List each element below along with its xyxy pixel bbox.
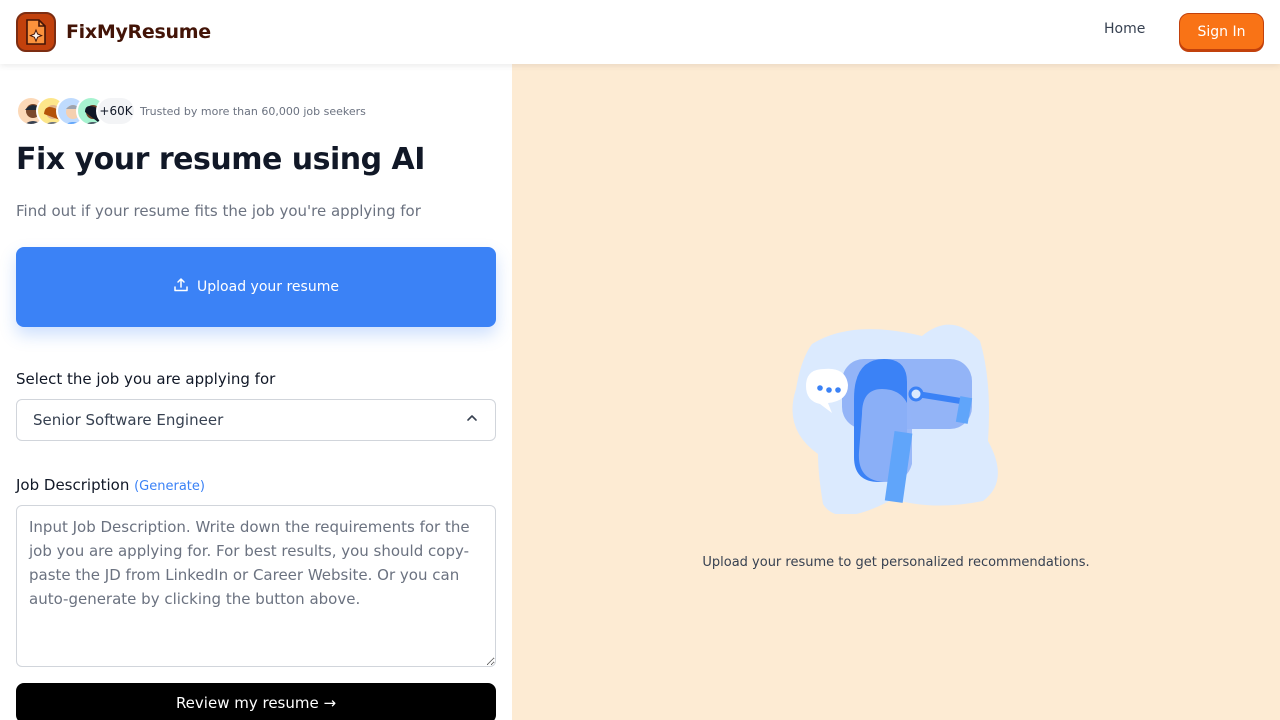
page-subtitle: Find out if your resume fits the job you…	[16, 202, 421, 220]
left-panel: +60K Trusted by more than 60,000 job see…	[0, 64, 512, 720]
sign-in-button[interactable]: Sign In	[1179, 13, 1264, 50]
job-description-input[interactable]	[16, 505, 496, 667]
job-description-label: Job Description (Generate)	[16, 476, 205, 494]
empty-state-message: Upload your resume to get personalized r…	[702, 555, 1090, 570]
review-resume-button[interactable]: Review my resume →	[16, 683, 496, 720]
mailbox-chat-illustration	[782, 314, 1012, 518]
upload-icon	[173, 277, 189, 297]
logo[interactable]: FixMyResume	[16, 12, 211, 52]
job-select-value: Senior Software Engineer	[33, 411, 224, 429]
avatar-count-badge: +60K	[96, 96, 136, 126]
top-header: FixMyResume Home Sign In	[0, 0, 1280, 64]
upload-resume-button[interactable]: Upload your resume	[16, 247, 496, 327]
job-select[interactable]: Senior Software Engineer	[16, 399, 496, 441]
job-select-label: Select the job you are applying for	[16, 370, 276, 388]
generate-link[interactable]: (Generate)	[134, 479, 205, 494]
trust-text: Trusted by more than 60,000 job seekers	[140, 104, 366, 118]
job-description-title: Job Description	[16, 476, 130, 494]
logo-icon	[16, 12, 56, 52]
page-title: Fix your resume using AI	[16, 142, 425, 177]
right-panel: Upload your resume to get personalized r…	[512, 64, 1280, 720]
trust-row: +60K Trusted by more than 60,000 job see…	[16, 96, 366, 126]
avatar-group: +60K	[16, 96, 136, 126]
nav-home-link[interactable]: Home	[1104, 21, 1145, 37]
upload-label: Upload your resume	[197, 279, 339, 295]
app-name: FixMyResume	[66, 21, 211, 43]
chevron-up-icon	[465, 411, 479, 429]
